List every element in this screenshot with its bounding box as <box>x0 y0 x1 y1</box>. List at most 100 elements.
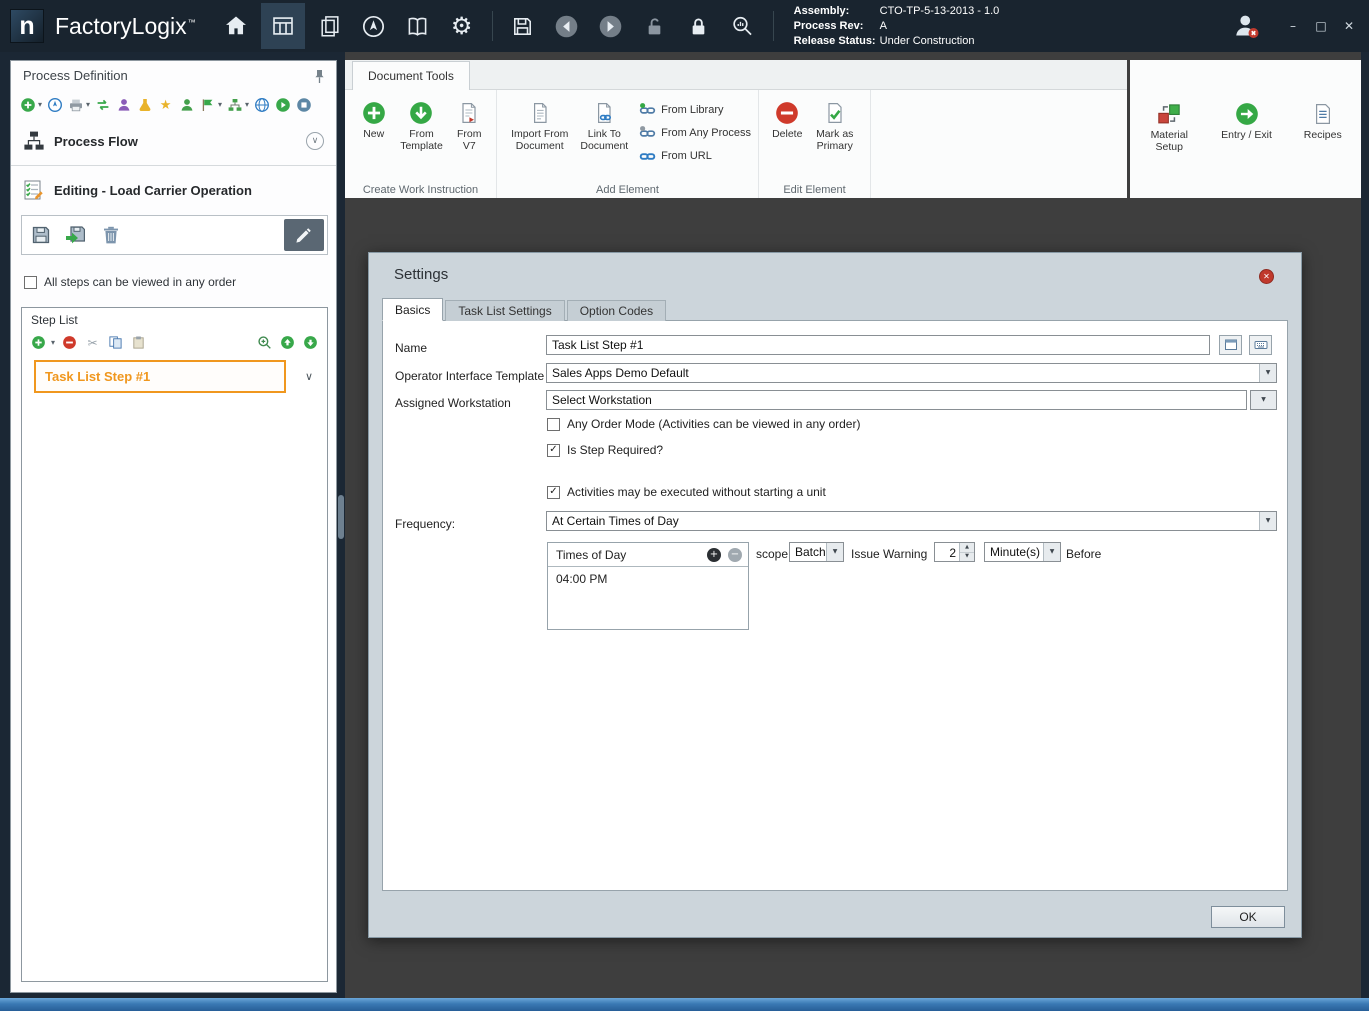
edit-mode-toggle[interactable] <box>284 219 324 251</box>
save-button[interactable] <box>508 11 538 41</box>
navigate-button[interactable] <box>359 11 389 41</box>
workstation-dropdown-button[interactable]: ▼ <box>1250 390 1277 410</box>
home-button[interactable] <box>221 11 251 41</box>
link-to-document-button[interactable]: Link To Document <box>576 95 632 152</box>
export-user-icon[interactable] <box>115 97 132 114</box>
forward-button[interactable] <box>596 11 626 41</box>
dropdown-arrow-icon[interactable]: ▼ <box>1043 543 1060 561</box>
from-template-button[interactable]: From Template <box>396 95 446 152</box>
any-order-mode-label: Any Order Mode (Activities can be viewed… <box>567 417 861 431</box>
frequency-dropdown[interactable]: At Certain Times of Day ▼ <box>546 511 1277 531</box>
dropdown-arrow-icon[interactable]: ▼ <box>1259 364 1276 382</box>
dropdown-arrow-icon[interactable]: ▼ <box>826 543 843 561</box>
delete-element-button[interactable]: Delete <box>771 95 803 140</box>
from-any-process-button[interactable]: From Any Process <box>639 123 751 143</box>
activities-checkbox[interactable]: ✓ <box>547 485 560 499</box>
name-editor-button[interactable] <box>1219 335 1242 355</box>
scope-dropdown[interactable]: Batch ▼ <box>789 542 844 562</box>
from-library-button[interactable]: From Library <box>639 100 751 120</box>
dialog-close-button[interactable]: ✕ <box>1259 269 1274 284</box>
spinner-down-button[interactable]: ▼ <box>960 552 974 561</box>
zoom-icon[interactable] <box>256 334 273 351</box>
pin-icon[interactable] <box>313 69 326 84</box>
panel-splitter-handle[interactable] <box>338 495 344 539</box>
stop-icon[interactable] <box>295 97 312 114</box>
window-controls: – □ ✕ <box>1285 20 1357 32</box>
time-list-item[interactable]: 04:00 PM <box>548 567 748 591</box>
entry-exit-button[interactable]: Entry / Exit <box>1212 96 1282 141</box>
remove-step-icon[interactable] <box>61 334 78 351</box>
star-icon[interactable]: ★ <box>157 97 174 114</box>
chevron-down-icon[interactable]: ▾ <box>38 101 42 109</box>
flag-icon[interactable] <box>199 97 216 114</box>
step-required-checkbox[interactable]: ✓ <box>547 443 560 457</box>
delete-operation-button[interactable] <box>95 219 127 251</box>
dropdown-arrow-icon[interactable]: ▼ <box>1259 512 1276 530</box>
tab-basics[interactable]: Basics <box>382 298 444 321</box>
library-button[interactable] <box>403 11 433 41</box>
back-button[interactable] <box>552 11 582 41</box>
globe-icon[interactable] <box>253 97 270 114</box>
warning-value[interactable]: 2 <box>935 543 959 561</box>
chevron-down-icon[interactable]: ▾ <box>218 101 222 109</box>
tab-option-codes[interactable]: Option Codes <box>566 300 667 321</box>
printer-icon[interactable] <box>67 97 84 114</box>
process-definition-panel: Process Definition ▾ ▾ ★ ▾ ▾ Process Flo… <box>10 60 337 993</box>
from-v7-button[interactable]: From V7 <box>453 95 486 152</box>
compass-icon[interactable] <box>46 97 63 114</box>
cut-icon[interactable]: ✂ <box>84 334 101 351</box>
new-button[interactable]: New <box>357 95 390 140</box>
collapse-section-button[interactable]: ∨ <box>306 132 324 150</box>
times-of-day-title: Times of Day <box>556 547 627 562</box>
maximize-button[interactable]: □ <box>1313 20 1329 32</box>
minimize-button[interactable]: – <box>1285 20 1301 32</box>
warning-value-spinner[interactable]: 2 ▲ ▼ <box>934 542 975 562</box>
name-keyboard-button[interactable] <box>1249 335 1272 355</box>
unlock-button[interactable] <box>640 11 670 41</box>
import-from-document-button[interactable]: Import From Document <box>509 95 570 152</box>
add-time-button[interactable]: + <box>707 547 721 562</box>
import-operation-button[interactable] <box>60 219 92 251</box>
tab-document-tools[interactable]: Document Tools <box>352 61 470 90</box>
settings-button[interactable]: ⚙ <box>447 11 477 41</box>
workstation-combo[interactable]: Select Workstation <box>546 390 1247 410</box>
beaker-icon[interactable] <box>136 97 153 114</box>
move-down-icon[interactable] <box>302 334 319 351</box>
sitemap-icon[interactable] <box>226 97 243 114</box>
copy-icon[interactable] <box>107 334 124 351</box>
any-order-mode-checkbox[interactable]: ✓ <box>547 417 560 431</box>
name-input[interactable] <box>546 335 1210 355</box>
step-expand-chevron[interactable]: ∨ <box>305 371 313 382</box>
chevron-down-icon[interactable]: ▾ <box>51 338 55 347</box>
chevron-down-icon[interactable]: ▾ <box>86 101 90 109</box>
user-icon[interactable] <box>178 97 195 114</box>
ok-button[interactable]: OK <box>1211 906 1285 928</box>
recipes-button[interactable]: Recipes <box>1295 96 1351 141</box>
save-operation-button[interactable] <box>25 219 57 251</box>
add-step-icon[interactable] <box>30 334 47 351</box>
material-setup-button[interactable]: Material Setup <box>1140 96 1198 153</box>
warning-unit-dropdown[interactable]: Minute(s) ▼ <box>984 542 1061 562</box>
spinner-up-button[interactable]: ▲ <box>960 543 974 553</box>
tab-task-list-settings[interactable]: Task List Settings <box>445 300 565 321</box>
from-url-button[interactable]: From URL <box>639 146 751 166</box>
new-icon <box>361 98 387 128</box>
documents-button[interactable] <box>315 11 345 41</box>
remove-time-button[interactable]: − <box>728 547 742 562</box>
sync-icon[interactable] <box>94 97 111 114</box>
user-account-button[interactable] <box>1231 11 1261 41</box>
mark-as-primary-button[interactable]: Mark as Primary <box>809 95 860 152</box>
chevron-down-icon[interactable]: ▾ <box>245 101 249 109</box>
close-button[interactable]: ✕ <box>1341 20 1357 32</box>
paste-icon[interactable] <box>130 334 147 351</box>
template-dropdown[interactable]: Sales Apps Demo Default ▼ <box>546 363 1277 383</box>
any-order-checkbox[interactable]: ✓ <box>24 275 37 289</box>
move-up-icon[interactable] <box>279 334 296 351</box>
process-editor-button[interactable] <box>260 3 305 49</box>
add-icon[interactable] <box>19 97 36 114</box>
audit-button[interactable] <box>728 11 758 41</box>
step-item[interactable]: Task List Step #1 <box>34 360 286 393</box>
process-flow-row[interactable]: Process Flow ∨ <box>23 127 324 155</box>
start-icon[interactable] <box>274 97 291 114</box>
lock-button[interactable] <box>684 11 714 41</box>
